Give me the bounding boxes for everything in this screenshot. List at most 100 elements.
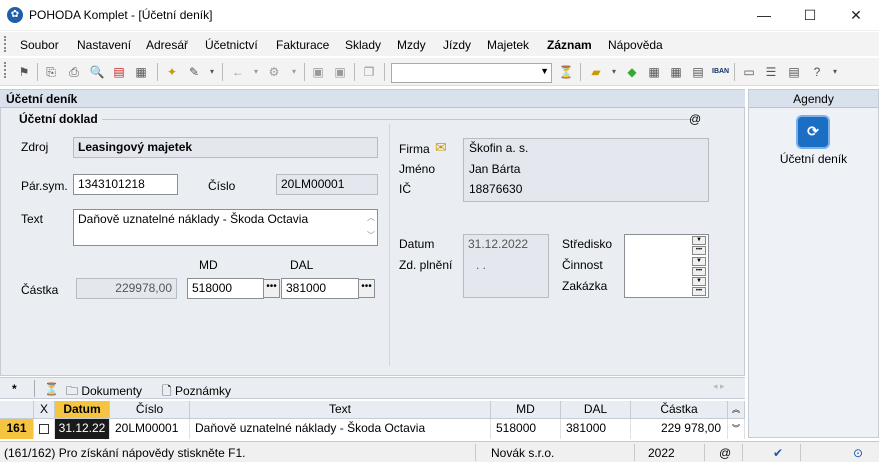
journal-icon[interactable]: ⟳ <box>796 115 830 149</box>
grid-header-cislo[interactable]: Číslo <box>110 401 190 419</box>
grid-header-text[interactable]: Text <box>190 401 491 419</box>
grid-header-castka[interactable]: Částka <box>631 401 728 419</box>
calculator-icon[interactable]: ▦ <box>646 64 662 80</box>
cinnost-dropdown-button[interactable]: ▼ <box>692 257 706 266</box>
back-arrow-icon[interactable]: ← <box>230 64 246 80</box>
print-preview-icon[interactable]: 🔍 <box>89 64 105 80</box>
calculator2-icon[interactable]: ▦ <box>668 64 684 80</box>
address-book-icon[interactable]: ✉ <box>435 139 447 156</box>
list-icon[interactable]: ☰ <box>763 64 779 80</box>
print-icon[interactable]: ⎙ <box>66 64 82 80</box>
menu-adresar[interactable]: Adresář <box>146 38 188 52</box>
menu-napoveda[interactable]: Nápověda <box>608 38 663 52</box>
window-title: POHODA Komplet - [Účetní deník] <box>29 8 213 22</box>
chevron-down-icon[interactable]: ▾ <box>827 64 843 80</box>
grid-icon[interactable]: ▤ <box>690 64 706 80</box>
edit-icon[interactable]: ✎ <box>186 64 202 80</box>
zakazka-dropdown-button[interactable]: ▼ <box>692 277 706 286</box>
row-number[interactable]: 161 <box>0 419 34 439</box>
maximize-button[interactable]: ☐ <box>787 0 833 31</box>
zdroj-field: Leasingový majetek <box>73 137 378 158</box>
checkmark-icon[interactable]: ✔ <box>773 446 783 460</box>
tab-poznamky-label: Poznámky <box>174 384 232 398</box>
grid-header-dal[interactable]: DAL <box>561 401 631 419</box>
jmeno-label: Jméno <box>399 162 436 176</box>
chevron-down-icon[interactable]: ▾ <box>248 64 264 80</box>
menu-ucetnictvi[interactable]: Účetnictví <box>205 38 258 52</box>
gear-icon[interactable]: ⚙ <box>266 64 282 80</box>
menu-majetek[interactable]: Majetek <box>487 38 529 52</box>
tab-all[interactable]: * <box>6 381 23 399</box>
row-checkbox[interactable] <box>34 419 55 439</box>
tab-dokumenty-label: Dokumenty <box>81 384 143 398</box>
menu-soubor[interactable]: Soubor <box>20 38 59 52</box>
grid-header-x[interactable]: X <box>34 401 55 419</box>
confirm-icon[interactable]: ⊙ <box>853 446 863 460</box>
close-button[interactable]: ✕ <box>833 0 879 31</box>
menu-nastaveni[interactable]: Nastavení <box>77 38 131 52</box>
cancel-edit-icon[interactable]: ▣ <box>332 64 348 80</box>
ic-label: IČ <box>399 182 411 196</box>
toolbar-grip[interactable] <box>4 62 7 78</box>
copy-icon[interactable]: ⎘ <box>43 64 59 80</box>
menu-fakturace[interactable]: Fakturace <box>276 38 329 52</box>
folder-icon[interactable]: ▰ <box>588 64 604 80</box>
row-datum[interactable]: 31.12.22 <box>55 419 110 439</box>
minimize-button[interactable]: — <box>741 0 787 31</box>
menu-jizdy[interactable]: Jízdy <box>443 38 471 52</box>
note-icon[interactable]: ▤ <box>786 64 802 80</box>
dal-label: DAL <box>290 258 314 272</box>
menu-zaznam[interactable]: Záznam <box>547 38 592 52</box>
agendy-item-ucetni-denik[interactable]: Účetní deník <box>749 152 878 166</box>
chevron-down-icon[interactable]: ▼ <box>540 66 549 76</box>
tab-dokumenty[interactable]: 🗀 Dokumenty <box>60 381 148 399</box>
menu-grip[interactable] <box>4 36 7 52</box>
duplicate-icon[interactable]: ❐ <box>361 64 377 80</box>
dal-ellipsis-button[interactable]: ••• <box>358 279 375 298</box>
text-input[interactable]: Daňově uznatelné náklady - Škoda Octavia… <box>73 209 378 246</box>
export-icon[interactable]: ▦ <box>133 64 149 80</box>
chevron-down-icon[interactable]: ▾ <box>286 64 302 80</box>
md-ellipsis-button[interactable]: ••• <box>263 279 280 298</box>
new-record-icon[interactable]: ✦ <box>164 64 180 80</box>
zakazka-ellipsis-button[interactable]: ••• <box>692 287 706 296</box>
toolbar-separator <box>304 63 305 81</box>
open-agenda-icon[interactable]: ⚑ <box>16 64 32 80</box>
message-icon[interactable]: ▭ <box>741 64 757 80</box>
toolbar-separator <box>580 63 581 81</box>
dal-input[interactable]: 381000 <box>281 278 359 299</box>
at-sign[interactable]: @ <box>689 112 701 126</box>
help-icon[interactable]: ? <box>809 64 825 80</box>
grid-header-md[interactable]: MD <box>491 401 561 419</box>
menu-sklady[interactable]: Sklady <box>345 38 381 52</box>
tab-poznamky[interactable]: 🗋 Poznámky <box>156 381 237 399</box>
row-dal[interactable]: 381000 <box>561 419 631 439</box>
save-icon[interactable]: ▣ <box>310 64 326 80</box>
chevron-down-icon[interactable]: ▾ <box>204 64 220 80</box>
tabs-scroll-icon[interactable]: ◂ ▸ <box>713 381 725 392</box>
toolbar-combo[interactable]: ▼ <box>391 63 552 83</box>
stredisko-ellipsis-button[interactable]: ••• <box>692 246 706 255</box>
castka-field: 229978,00 <box>76 278 177 299</box>
row-castka[interactable]: 229 978,00 <box>631 419 728 439</box>
row-md[interactable]: 518000 <box>491 419 561 439</box>
money-icon[interactable]: ◆ <box>624 64 640 80</box>
row-cislo[interactable]: 20LM00001 <box>110 419 190 439</box>
menu-mzdy[interactable]: Mzdy <box>397 38 426 52</box>
pdf-icon[interactable]: ▤ <box>111 64 127 80</box>
parsym-input[interactable]: 1343101218 <box>73 174 178 195</box>
scroll-down-icon[interactable]: ﹀ <box>367 230 375 241</box>
status-at[interactable]: @ <box>719 446 731 460</box>
grid-scroll-down-icon[interactable]: ︾ <box>728 419 745 439</box>
stredisko-dropdown-button[interactable]: ▼ <box>692 236 706 245</box>
md-input[interactable]: 518000 <box>187 278 264 299</box>
grid-scroll-up-icon[interactable]: ︽ <box>728 401 745 419</box>
filter-icon[interactable]: ⏳ <box>558 64 574 80</box>
chevron-down-icon[interactable]: ▾ <box>606 64 622 80</box>
scroll-up-icon[interactable]: ︿ <box>367 212 375 223</box>
cinnost-ellipsis-button[interactable]: ••• <box>692 267 706 276</box>
section-divider <box>102 119 692 120</box>
grid-header-datum[interactable]: Datum <box>55 401 110 419</box>
row-text[interactable]: Daňově uznatelné náklady - Škoda Octavia <box>190 419 491 439</box>
iban-icon[interactable]: IBAN <box>712 64 729 80</box>
